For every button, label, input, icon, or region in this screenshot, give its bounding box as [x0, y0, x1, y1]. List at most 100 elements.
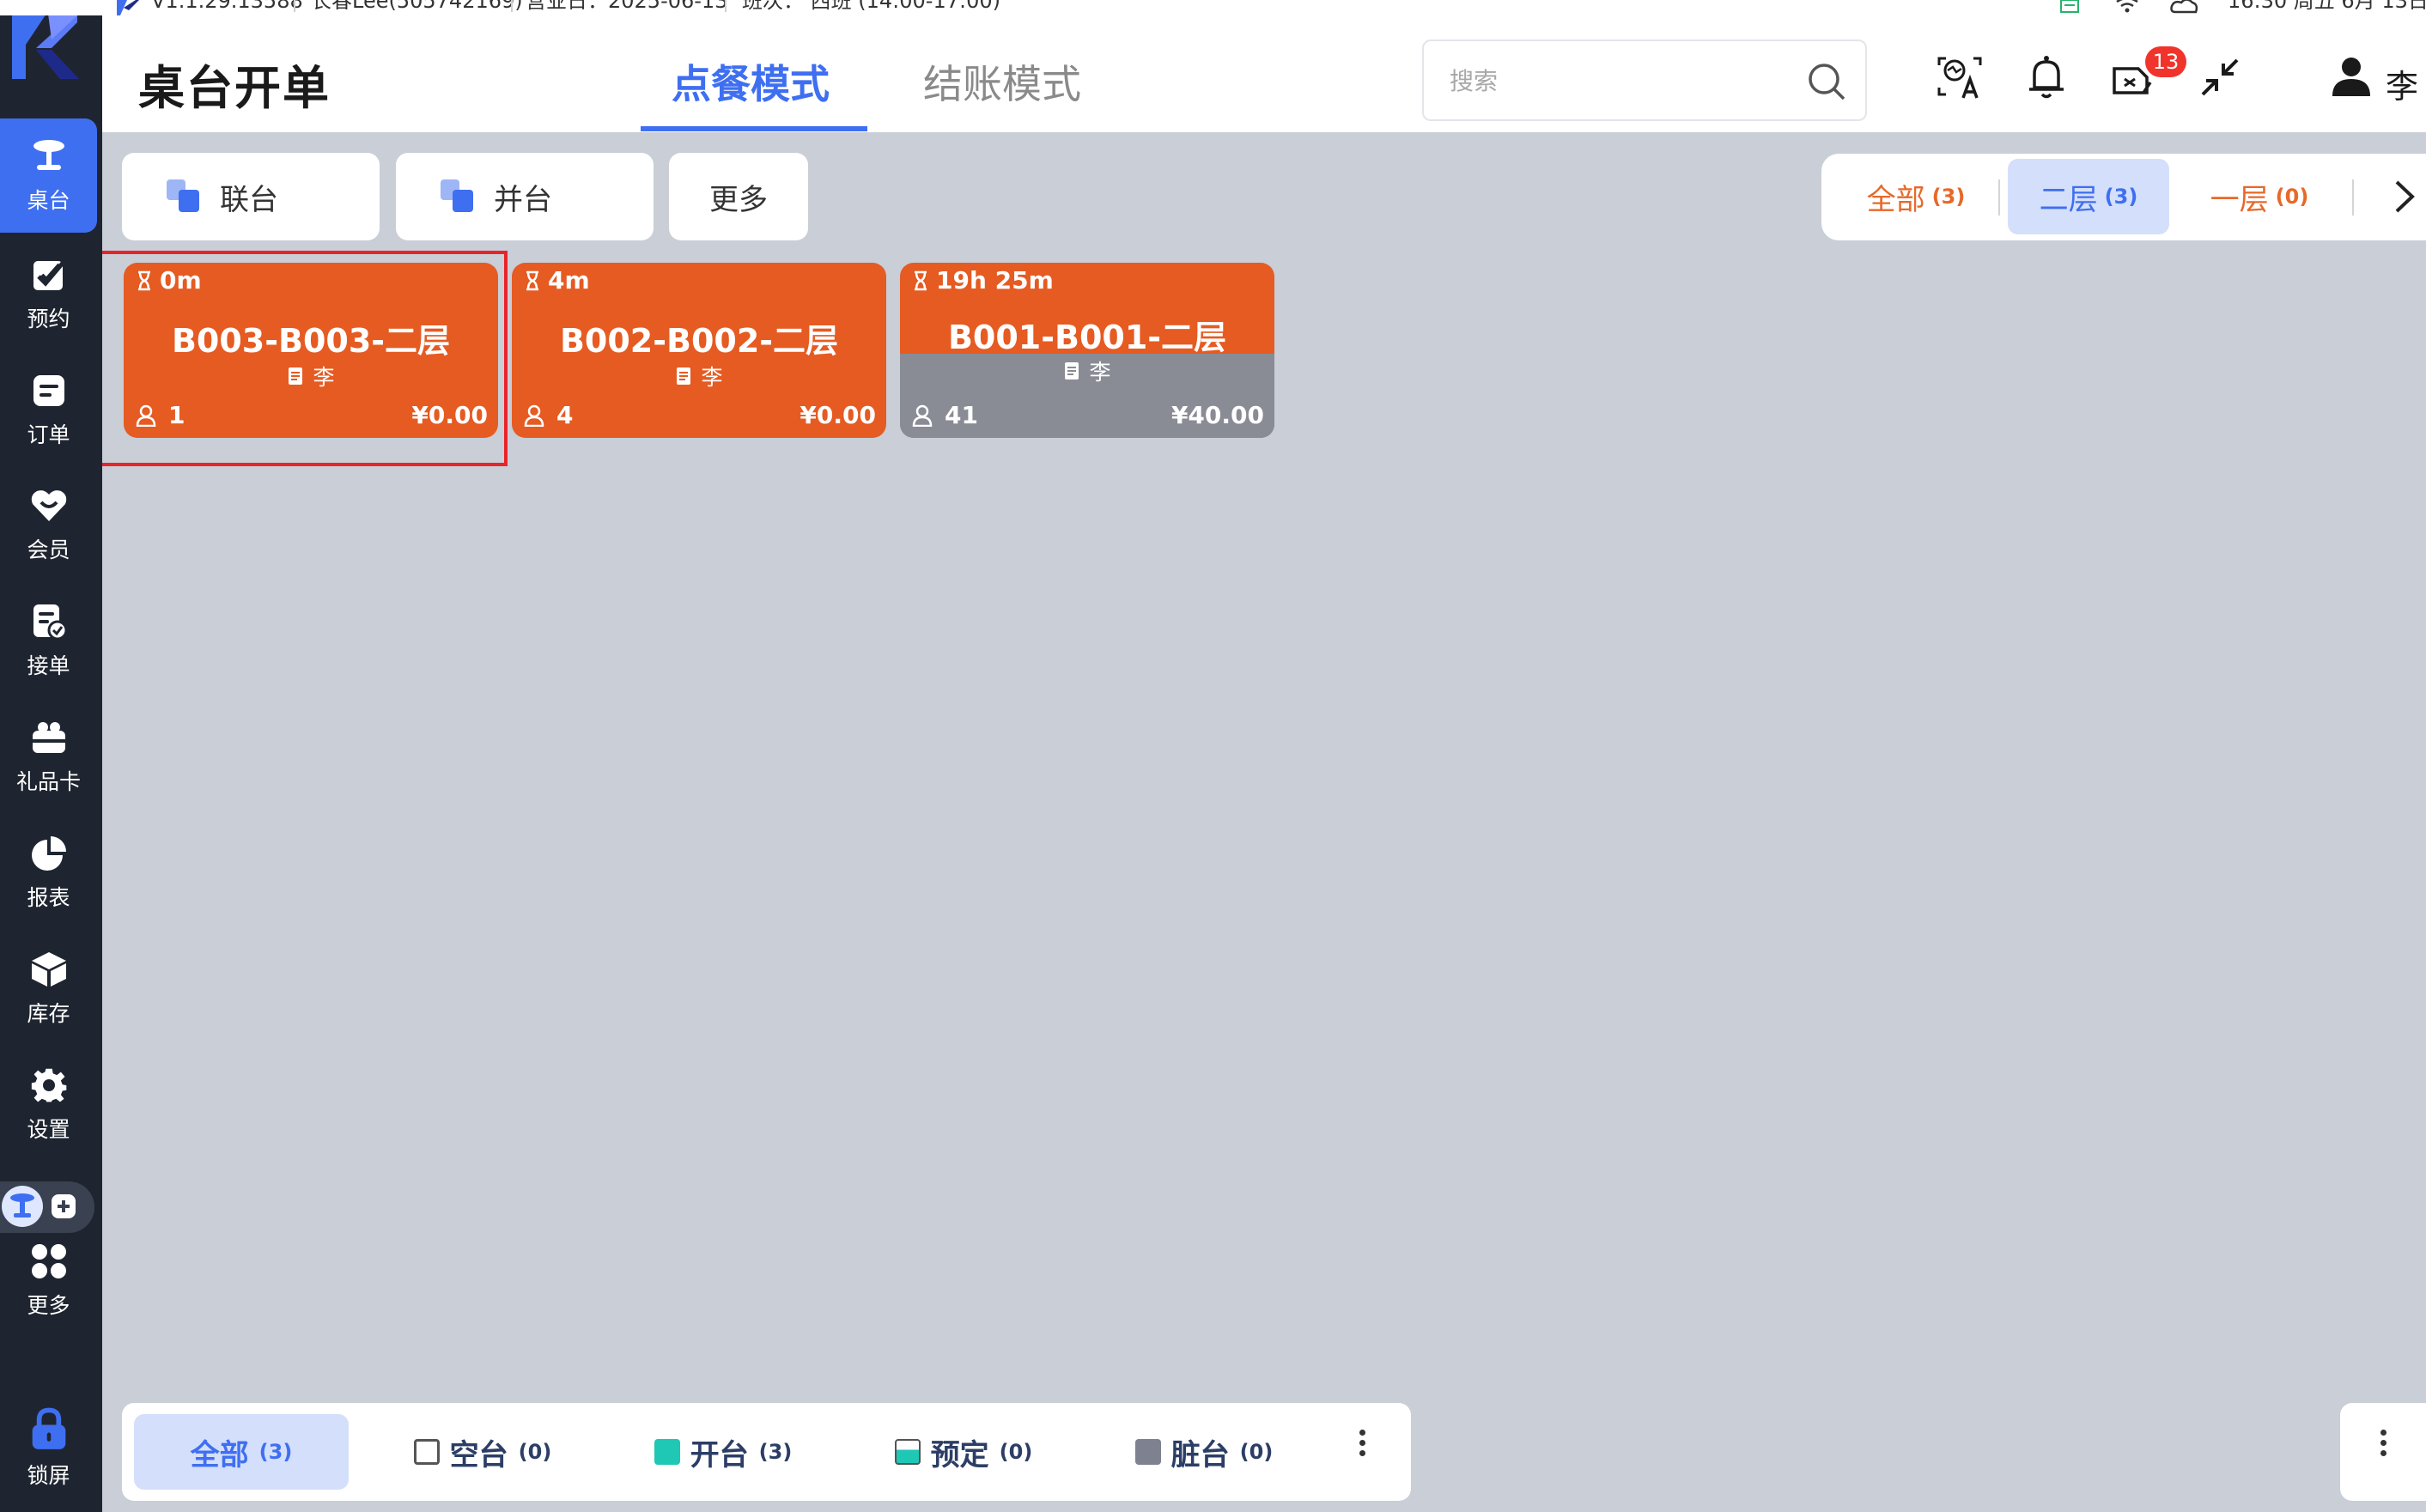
status-tab-dirty[interactable]: 脏台 (0) [1101, 1414, 1307, 1490]
panel-more-icon[interactable] [2374, 1425, 2392, 1468]
sidebar-item-label: 接单 [27, 653, 70, 678]
floor-tab-second[interactable]: 二层 (3) [2008, 159, 2169, 234]
business-day: 营业日：2025-06-13 [526, 0, 728, 13]
guest-count: 41 [945, 401, 978, 429]
table-icon [33, 139, 64, 170]
search-icon[interactable] [1807, 62, 1846, 101]
page-header: 桌台开单 点餐模式 结账模式 13 李 [102, 15, 2426, 132]
table-card[interactable]: 4m B002-B002-二层 李 4 ¥0.00 [512, 263, 886, 438]
lock-icon [32, 1407, 65, 1449]
floor-label: 全部 [1866, 182, 1925, 217]
accept-order-icon [33, 604, 67, 640]
hourglass-icon [915, 270, 927, 290]
more-actions-label: 更多 [709, 182, 768, 217]
user-name[interactable]: 李 [2386, 60, 2418, 107]
sidebar-item-members[interactable]: 会员 [0, 468, 97, 582]
bell-icon[interactable] [2022, 53, 2070, 101]
status-filter: 全部 (3) 空台 (0) 开台 (3) 预定 (0) 脏台 (0) [122, 1403, 1411, 1501]
search-box[interactable] [1422, 39, 1867, 121]
join-tables-icon [167, 179, 199, 212]
merge-tables-label: 并台 [494, 182, 552, 217]
table-guests: 41 [912, 401, 978, 429]
floor-tab-all[interactable]: 全部 (3) [1839, 159, 1993, 234]
app-version: V1.1.29.13588 [151, 0, 303, 13]
sidebar-item-orders[interactable]: 订单 [0, 353, 97, 467]
sidebar-item-label: 锁屏 [27, 1462, 70, 1488]
notification-badge: 13 [2145, 46, 2186, 77]
sidebar-item-inventory[interactable]: 库存 [0, 932, 97, 1046]
join-tables-button[interactable]: 联台 [122, 153, 380, 240]
sidebar-item-reports[interactable]: 报表 [0, 816, 97, 930]
chevron-right-icon[interactable] [2383, 175, 2426, 218]
sidebar-item-more[interactable]: 更多 [0, 1224, 97, 1338]
table-timer: 4m [524, 266, 590, 295]
gift-card-icon [32, 721, 65, 753]
person-icon [524, 404, 544, 427]
sidebar-item-lock-screen[interactable]: 锁屏 [0, 1391, 97, 1505]
hourglass-icon [138, 270, 150, 290]
status-label: 脏台 [1170, 1437, 1230, 1473]
more-actions-button[interactable]: 更多 [669, 153, 808, 240]
status-tab-open[interactable]: 开台 (3) [620, 1414, 826, 1490]
floor-filter: 全部 (3) 二层 (3) 一层 (0) [1821, 154, 2426, 240]
table-amount: ¥0.00 [411, 401, 488, 429]
language-icon[interactable] [1936, 53, 1984, 101]
floor-tab-first[interactable]: 一层 (0) [2182, 159, 2337, 234]
person-icon [912, 404, 933, 427]
toggle-table-mode[interactable] [2, 1186, 43, 1227]
sidebar-item-accept-orders[interactable]: 接单 [0, 584, 97, 698]
app-logo-small-icon [117, 0, 139, 15]
table-name: B003-B003-二层 [171, 322, 451, 360]
quick-order-icon[interactable] [50, 1193, 77, 1220]
table-icon [10, 1193, 34, 1217]
table-amount: ¥40.00 [1170, 401, 1264, 429]
floor-label: 二层 [2039, 182, 2098, 217]
receipt-icon [289, 367, 303, 385]
search-input[interactable] [1450, 64, 1793, 98]
table-card[interactable]: 19h 25m B001-B001-二层 李 41 ¥40.00 [900, 263, 1274, 438]
reservation-icon [33, 258, 66, 290]
status-tab-all[interactable]: 全部 (3) [134, 1414, 349, 1490]
status-label: 空台 [449, 1437, 508, 1473]
wifi-icon [2116, 0, 2138, 13]
sidebar-item-reservation[interactable]: 预约 [0, 237, 97, 351]
table-name: B002-B002-二层 [559, 322, 839, 360]
collapse-icon[interactable] [2196, 53, 2244, 101]
table-amount: ¥0.00 [800, 401, 876, 429]
status-swatch [894, 1439, 921, 1465]
table-guests: 4 [524, 401, 573, 429]
status-divider [725, 0, 727, 12]
avatar[interactable] [2327, 53, 2375, 101]
table-waiter: 李 [900, 355, 1274, 386]
tab-order-mode[interactable]: 点餐模式 [672, 53, 830, 110]
sidebar-item-settings[interactable]: 设置 [0, 1047, 97, 1162]
status-tab-empty[interactable]: 空台 (0) [380, 1414, 586, 1490]
status-swatch [413, 1439, 440, 1465]
merge-tables-button[interactable]: 并台 [396, 153, 654, 240]
sidebar-item-label: 更多 [27, 1292, 70, 1318]
active-tab-indicator [641, 126, 867, 131]
status-count: (0) [1239, 1440, 1274, 1464]
table-card[interactable]: 0m B003-B003-二层 李 1 ¥0.00 [124, 263, 498, 438]
status-tab-reserved[interactable]: 预定 (0) [860, 1414, 1067, 1490]
status-swatch [1134, 1439, 1161, 1465]
floor-divider [1998, 179, 2000, 216]
status-count: (0) [999, 1440, 1033, 1464]
waiter-name: 李 [701, 365, 723, 390]
status-label: 全部 [190, 1437, 249, 1473]
guest-count: 1 [168, 401, 185, 429]
person-icon [136, 404, 156, 427]
tab-checkout-mode[interactable]: 结账模式 [923, 53, 1081, 110]
status-more-icon[interactable] [1353, 1425, 1371, 1468]
join-tables-label: 联台 [220, 182, 278, 217]
sidebar-item-tables[interactable]: 桌台 [0, 118, 97, 233]
floor-label: 一层 [2210, 182, 2269, 217]
right-panel-toggle [2340, 1403, 2426, 1501]
floor-count: (0) [2275, 185, 2309, 209]
sidebar-item-label: 会员 [27, 537, 70, 562]
table-guests: 1 [136, 401, 185, 429]
sidebar: 桌台 预约 订单 会员 接单 礼品卡 报表 库存 设置 更多 锁屏 [0, 0, 102, 1512]
sidebar-item-gift-card[interactable]: 礼品卡 [0, 700, 97, 814]
hourglass-icon [526, 270, 538, 290]
timer-value: 19h 25m [936, 266, 1054, 295]
